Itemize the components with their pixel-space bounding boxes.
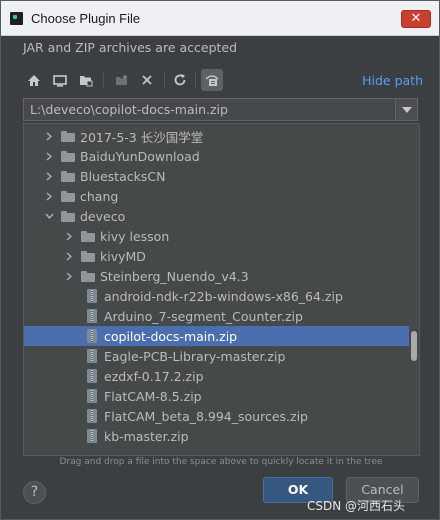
hide-path-link[interactable]: Hide path: [362, 73, 423, 88]
new-folder-icon[interactable]: [111, 69, 133, 91]
folder-icon: [81, 270, 95, 282]
dialog-description: JAR and ZIP archives are accepted: [23, 40, 238, 55]
tree-item-label: kivyMD: [100, 248, 146, 264]
folder-row[interactable]: BaiduYunDownload: [24, 146, 409, 166]
zip-archive-icon: [87, 369, 97, 383]
chevron-right-icon[interactable]: [43, 130, 55, 142]
zip-archive-icon: [87, 329, 97, 343]
tree-item-label: BaiduYunDownload: [80, 148, 200, 164]
toolbar-separator: [195, 72, 196, 88]
tree-item-label: Eagle-PCB-Library-master.zip: [104, 348, 286, 364]
zip-archive-icon: [87, 429, 97, 443]
tree-item-label: FlatCAM_beta_8.994_sources.zip: [104, 408, 308, 424]
tree-item-label: chang: [80, 188, 119, 204]
tree-scrollbar[interactable]: [411, 331, 417, 361]
chevron-down-icon[interactable]: [43, 210, 55, 222]
folder-icon: [61, 210, 75, 222]
project-icon[interactable]: [75, 69, 97, 91]
window-title: Choose Plugin File: [31, 11, 141, 26]
zip-archive-icon: [87, 289, 97, 303]
folder-row[interactable]: Steinberg_Nuendo_v4.3: [24, 266, 409, 286]
zip-file-row[interactable]: ezdxf-0.17.2.zip: [24, 366, 409, 386]
zip-archive-icon: [87, 309, 97, 323]
title-bar: Choose Plugin File ✕: [1, 1, 439, 36]
zip-file-row[interactable]: FlatCAM-8.5.zip: [24, 386, 409, 406]
desktop-icon[interactable]: [49, 69, 71, 91]
chevron-right-icon[interactable]: [43, 170, 55, 182]
zip-archive-icon: [87, 409, 97, 423]
zip-file-row[interactable]: Arduino_7-segment_Counter.zip: [24, 306, 409, 326]
choose-plugin-file-dialog: Choose Plugin File ✕ JAR and ZIP archive…: [0, 0, 440, 520]
tree-item-label: 2017-5-3 长沙国学堂: [80, 129, 204, 145]
tree-item-label: android-ndk-r22b-windows-x86_64.zip: [104, 288, 343, 304]
tree-item-label: deveco: [80, 208, 126, 224]
chevron-right-icon[interactable]: [43, 190, 55, 202]
tree-item-label: Arduino_7-segment_Counter.zip: [104, 308, 303, 324]
path-combobox[interactable]: [23, 98, 418, 121]
folder-row[interactable]: chang: [24, 186, 409, 206]
folder-row[interactable]: deveco: [24, 206, 409, 226]
tree-item-label: ezdxf-0.17.2.zip: [104, 368, 204, 384]
app-logo-icon: [10, 12, 23, 25]
folder-icon: [61, 150, 75, 162]
chevron-down-icon: [401, 106, 412, 113]
folder-icon: [61, 130, 75, 142]
zip-file-row[interactable]: copilot-docs-main.zip: [24, 326, 409, 346]
watermark: CSDN @河西石头: [307, 499, 406, 513]
folder-row[interactable]: kivy lesson: [24, 226, 409, 246]
zip-archive-icon: [87, 349, 97, 363]
home-icon[interactable]: [23, 69, 45, 91]
folder-row[interactable]: kivyMD: [24, 246, 409, 266]
refresh-icon[interactable]: [169, 69, 191, 91]
tree-item-label: kb-master.zip: [104, 428, 189, 444]
chevron-right-icon[interactable]: [43, 150, 55, 162]
zip-file-row[interactable]: Eagle-PCB-Library-master.zip: [24, 346, 409, 366]
folder-row[interactable]: 2017-5-3 长沙国学堂: [24, 126, 409, 146]
folder-icon: [81, 250, 95, 262]
zip-file-row[interactable]: FlatCAM_beta_8.994_sources.zip: [24, 406, 409, 426]
help-button[interactable]: ?: [23, 481, 46, 504]
tree-item-label: Steinberg_Nuendo_v4.3: [100, 268, 249, 284]
chevron-right-icon[interactable]: [63, 230, 75, 242]
toolbar-separator: [164, 72, 165, 88]
file-tree[interactable]: 2017-5-3 长沙国学堂 BaiduYunDownload Bluestacks…: [23, 123, 420, 456]
zip-file-row[interactable]: android-ndk-r22b-windows-x86_64.zip: [24, 286, 409, 306]
folder-row[interactable]: BluestacksCN: [24, 166, 409, 186]
tree-item-label: copilot-docs-main.zip: [104, 328, 238, 344]
delete-icon[interactable]: [136, 69, 158, 91]
folder-icon: [61, 190, 75, 202]
folder-icon: [81, 230, 95, 242]
tree-item-label: BluestacksCN: [80, 168, 166, 184]
zip-archive-icon: [87, 389, 97, 403]
chevron-right-icon[interactable]: [63, 250, 75, 262]
file-chooser-toolbar: Hide path: [23, 69, 423, 93]
path-dropdown-button[interactable]: [395, 99, 417, 120]
tree-item-label: FlatCAM-8.5.zip: [104, 388, 202, 404]
drag-drop-hint: Drag and drop a file into the space abov…: [59, 457, 383, 467]
path-input[interactable]: [30, 101, 390, 118]
close-button[interactable]: ✕: [401, 10, 431, 28]
show-hidden-icon[interactable]: [201, 69, 223, 91]
chevron-right-icon[interactable]: [63, 270, 75, 282]
folder-icon: [61, 170, 75, 182]
zip-file-row[interactable]: kb-master.zip: [24, 426, 409, 446]
toolbar-separator: [103, 72, 104, 88]
tree-item-label: kivy lesson: [100, 228, 170, 244]
